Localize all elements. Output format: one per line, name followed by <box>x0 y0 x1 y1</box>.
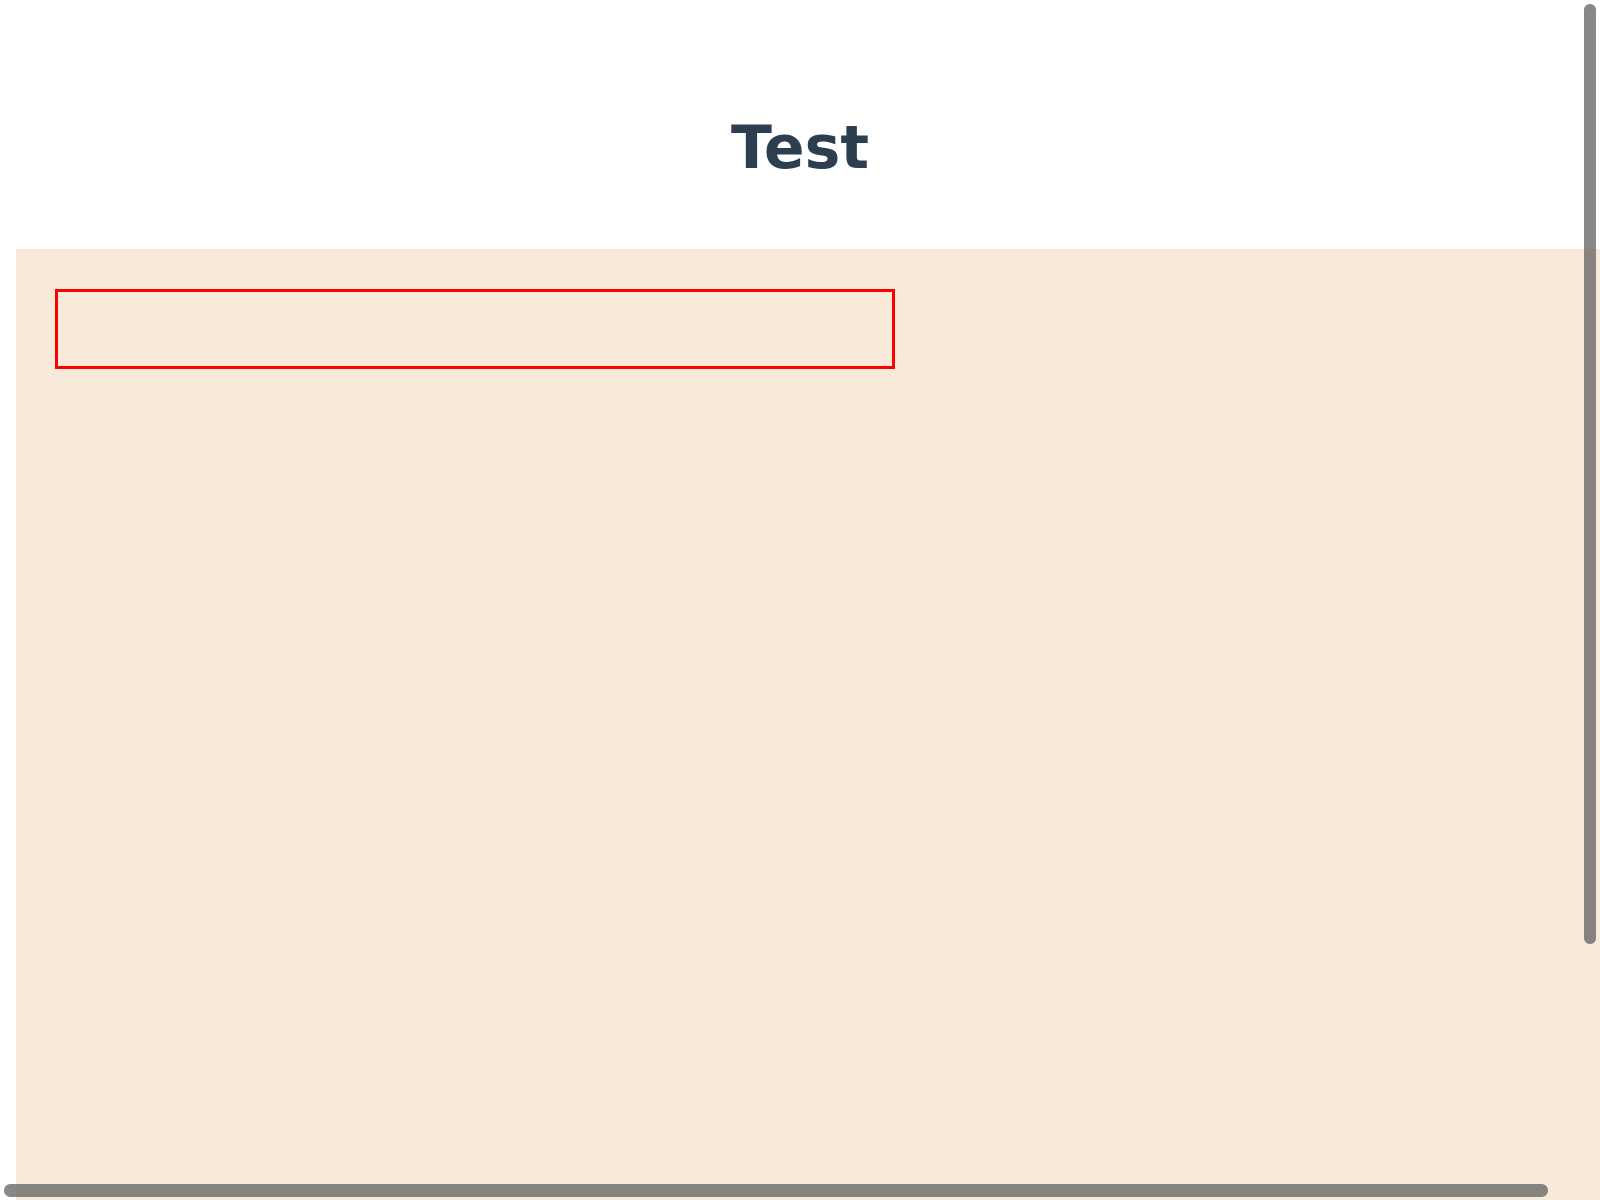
outlined-box <box>55 289 895 369</box>
page-title: Test <box>730 113 870 183</box>
content-panel <box>16 249 1600 1200</box>
vertical-scrollbar-thumb[interactable] <box>1584 4 1596 944</box>
horizontal-scrollbar[interactable] <box>0 1182 1582 1200</box>
vertical-scrollbar[interactable] <box>1582 0 1600 1200</box>
horizontal-scrollbar-thumb[interactable] <box>4 1184 1548 1197</box>
